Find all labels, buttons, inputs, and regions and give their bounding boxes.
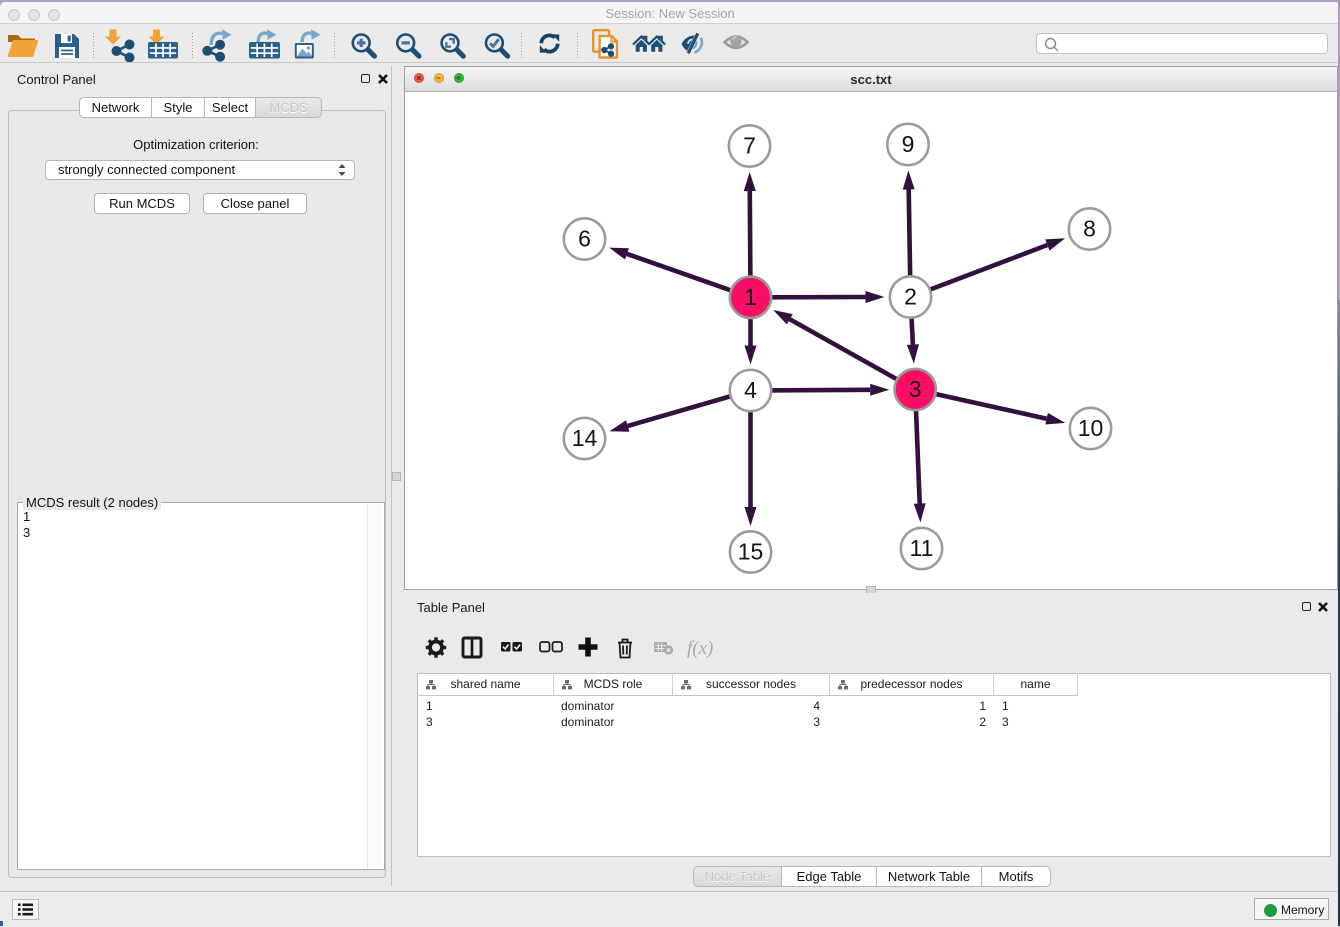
svg-text:1: 1 — [744, 284, 757, 310]
svg-text:2: 2 — [904, 284, 917, 310]
svg-text:9: 9 — [902, 131, 915, 157]
svg-text:15: 15 — [738, 539, 764, 565]
svg-text:7: 7 — [743, 133, 756, 159]
svg-text:14: 14 — [572, 425, 598, 451]
svg-text:6: 6 — [578, 226, 591, 252]
svg-text:f(x): f(x) — [687, 638, 713, 659]
svg-text:8: 8 — [1083, 216, 1096, 242]
svg-text:4: 4 — [744, 377, 757, 403]
svg-text:11: 11 — [910, 535, 934, 561]
svg-text:3: 3 — [909, 376, 922, 402]
svg-text:10: 10 — [1078, 415, 1104, 441]
